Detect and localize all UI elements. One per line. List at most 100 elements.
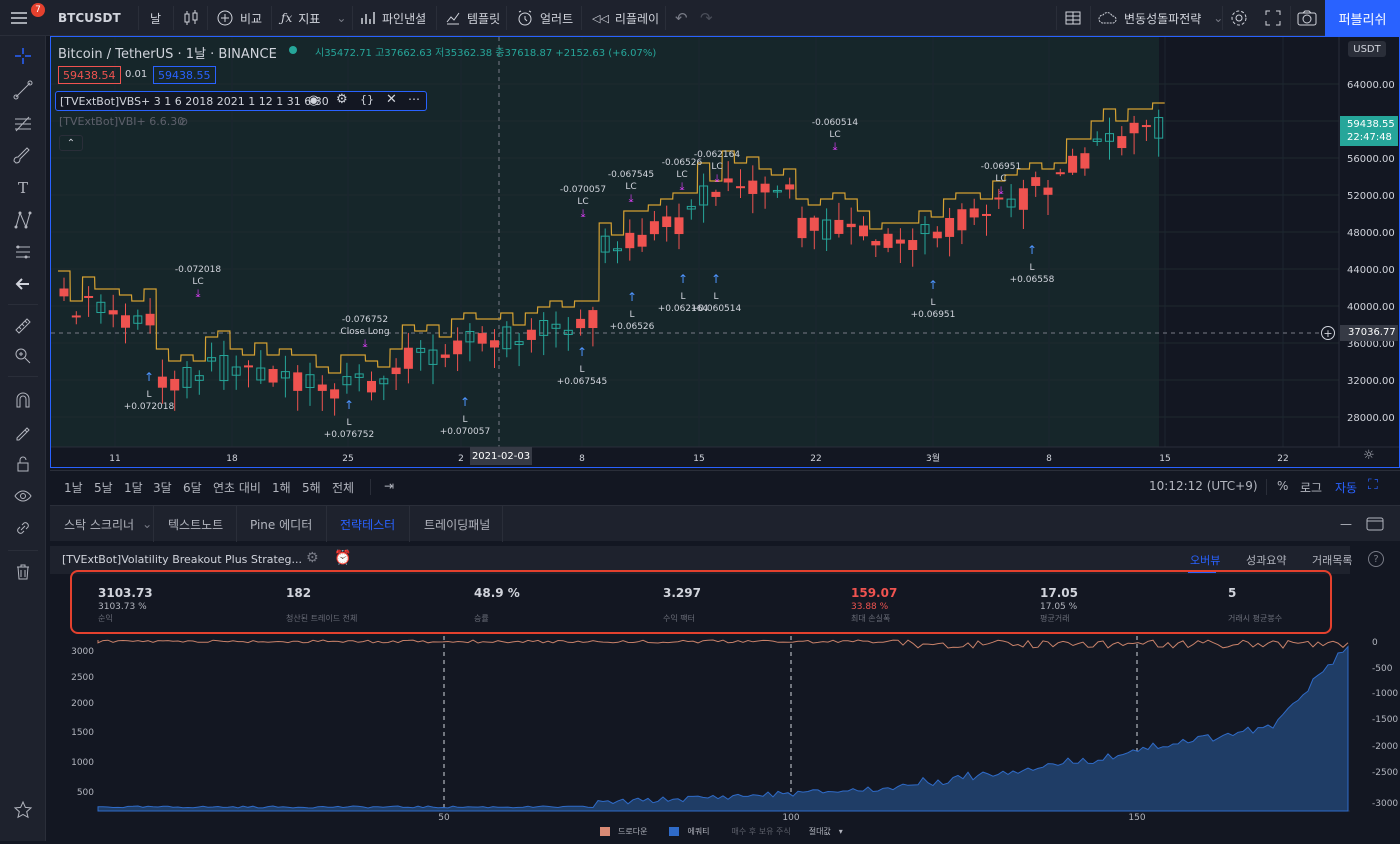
brush-icon[interactable]	[11, 144, 35, 168]
fullscreen-icon[interactable]	[1264, 0, 1282, 36]
zoom-in-icon[interactable]	[11, 344, 35, 368]
add-alert-icon[interactable]: +	[1321, 326, 1335, 340]
star-icon[interactable]	[11, 798, 35, 822]
indicators-button[interactable]: ƒx 지표 ⌄	[281, 0, 346, 36]
alert-button[interactable]: 얼러트	[516, 0, 573, 36]
eye-icon[interactable]	[11, 484, 35, 508]
candle-body	[957, 209, 967, 231]
equity-x-tick: 100	[782, 813, 799, 823]
range-1y[interactable]: 1해	[272, 479, 291, 496]
publish-button[interactable]: 퍼블리쉬	[1325, 0, 1400, 36]
layout-grid-icon[interactable]	[1064, 0, 1082, 36]
gear-icon[interactable]: ⚙	[336, 92, 348, 107]
tab-stock-screener[interactable]: 스탁 스크리너 ⌄	[64, 506, 152, 542]
entry-profit-label: +0.06558	[1010, 275, 1055, 285]
crosshair-icon[interactable]	[11, 44, 35, 68]
tab-performance-summary[interactable]: 성과요약	[1246, 552, 1286, 568]
exit-arrow-icon: ⤓	[581, 207, 586, 220]
eye-icon[interactable]: ◉	[308, 93, 319, 108]
exit-type-label: LC	[676, 170, 687, 180]
candle-type-icon[interactable]	[182, 0, 200, 36]
redo-icon[interactable]: ↷	[700, 0, 713, 36]
equity-chart[interactable]: 3000 2500 2000 1500 1000 500 0 -500 -1000 -1500 -2…	[50, 636, 1400, 841]
tab-strategy-tester[interactable]: 전략테스터	[340, 506, 395, 542]
gear-icon[interactable]	[1229, 0, 1249, 36]
stat-avg-trade: 17.05 17.05 % 평균거래	[1040, 586, 1078, 623]
symbol-search[interactable]: BTCUSDT	[58, 0, 121, 36]
cloud-icon	[1098, 12, 1117, 24]
gear-icon[interactable]: ⚙	[306, 550, 319, 566]
price-chart[interactable]: -0.072018 LC ⤓ -0.076752 Close Long ⤓ -0.07005…	[50, 36, 1400, 468]
range-6m[interactable]: 6달	[183, 479, 202, 496]
close-icon[interactable]: ✕	[386, 92, 397, 107]
goto-date-icon[interactable]: ⇥	[384, 479, 394, 493]
clock[interactable]: 10:12:12 (UTC+9)	[1149, 479, 1258, 493]
range-all[interactable]: 전체	[332, 479, 354, 496]
range-5y[interactable]: 5해	[302, 479, 321, 496]
x-tick-label: 22	[1277, 454, 1288, 464]
text-tool-icon[interactable]: T	[11, 176, 35, 200]
source-code-icon[interactable]: {}	[360, 93, 374, 106]
entry-label: L	[629, 310, 634, 320]
entry-label: L	[930, 298, 935, 308]
range-5d[interactable]: 5날	[94, 479, 113, 496]
log-scale-button[interactable]: 로그	[1300, 479, 1322, 496]
percent-scale-button[interactable]: %	[1277, 479, 1288, 493]
stat-max-drawdown: 159.07 33.88 % 최대 손실폭	[851, 586, 898, 623]
tab-overview[interactable]: 오버뷰	[1190, 552, 1220, 568]
lock-draw-icon[interactable]	[11, 420, 35, 444]
equity-chart-canvas[interactable]: 3000 2500 2000 1500 1000 500 0 -500 -1000 -1500 -2…	[50, 636, 1400, 841]
more-icon[interactable]: ⋯	[408, 92, 420, 106]
range-1m[interactable]: 1달	[124, 479, 143, 496]
trash-icon[interactable]	[11, 560, 35, 584]
legend-equity: 에쿼티	[687, 827, 710, 836]
undo-icon[interactable]: ↶	[675, 0, 688, 36]
entry-profit-label: +0.06951	[911, 310, 956, 320]
help-icon[interactable]: ?	[1368, 551, 1384, 567]
interval-button[interactable]: 날	[150, 0, 161, 36]
auto-scale-button[interactable]: 자동	[1335, 479, 1357, 496]
trend-line-icon[interactable]	[11, 78, 35, 102]
add-alarm-icon[interactable]: ⏰	[334, 550, 351, 566]
eye-crossed-icon[interactable]: ⊘	[179, 115, 188, 128]
ask-price[interactable]: 59438.55	[153, 66, 216, 84]
range-1d[interactable]: 1날	[64, 479, 83, 496]
compare-button[interactable]: 비교	[216, 0, 262, 36]
candle-body	[649, 221, 659, 235]
bid-price[interactable]: 59438.54	[58, 66, 121, 84]
arrow-left-icon[interactable]	[11, 272, 35, 296]
exit-type-label: LC	[192, 277, 203, 287]
templates-button[interactable]: 템플릿	[445, 0, 500, 36]
lock-icon[interactable]	[11, 452, 35, 476]
collapse-legend-button[interactable]: ⌃	[59, 135, 83, 151]
prediction-icon[interactable]	[11, 240, 35, 264]
candle-body	[711, 191, 721, 197]
strategy-indicator-row[interactable]: [TVExtBot]VBS+ 3 1 6 2018 2021 1 12 1 31…	[55, 91, 427, 111]
currency-label[interactable]: USDT	[1348, 41, 1386, 57]
range-3m[interactable]: 3달	[153, 479, 172, 496]
menu-icon[interactable]	[8, 0, 30, 36]
tab-trades-list[interactable]: 거래목록	[1312, 552, 1352, 568]
tab-pine-editor[interactable]: Pine 에디터	[250, 506, 312, 542]
entry-label: L	[1029, 263, 1034, 273]
strategy-name[interactable]: [TVExtBot]Volatility Breakout Plus Strat…	[62, 553, 302, 566]
tab-text-notes[interactable]: 텍스트노트	[168, 506, 223, 542]
link-icon[interactable]	[11, 516, 35, 540]
replay-button[interactable]: ◁◁ 리플레이	[592, 0, 659, 36]
ruler-icon[interactable]	[11, 314, 35, 338]
minimize-icon[interactable]: —	[1340, 506, 1352, 542]
gear-icon[interactable]: ☼	[1363, 448, 1375, 463]
camera-icon[interactable]	[1296, 0, 1318, 36]
candle-body	[526, 329, 536, 340]
tab-trading-panel[interactable]: 트레이딩패널	[424, 506, 490, 542]
maximize-icon[interactable]	[1366, 506, 1384, 542]
pine-financial-button[interactable]: 파인낸셜	[360, 0, 426, 36]
range-ytd[interactable]: 연초 대비	[213, 479, 261, 496]
fib-icon[interactable]	[11, 112, 35, 136]
pattern-icon[interactable]	[11, 208, 35, 232]
magnet-icon[interactable]	[11, 388, 35, 412]
candle-body	[477, 333, 487, 344]
layout-name-button[interactable]: 변동성돌파전략 ⌄	[1098, 0, 1223, 36]
alarm-clock-icon	[518, 10, 532, 26]
fullscreen-icon[interactable]: ⛶	[1368, 477, 1378, 493]
